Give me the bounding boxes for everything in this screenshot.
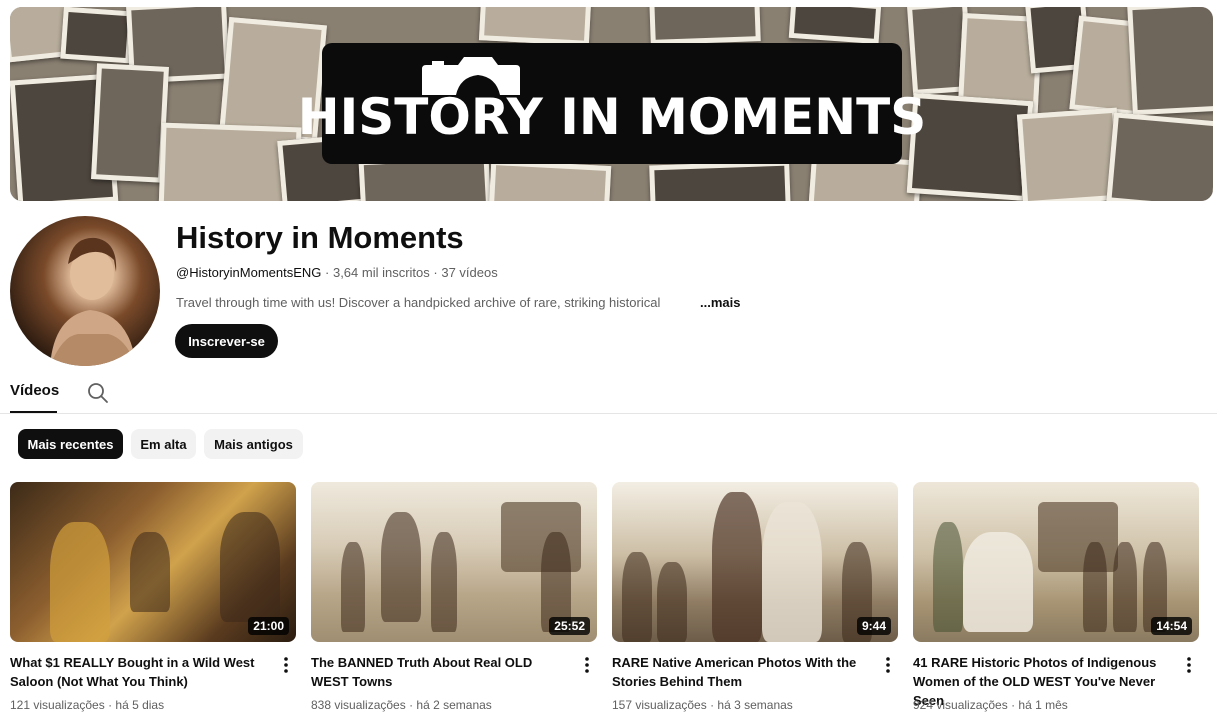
tab-videos[interactable]: Vídeos (10, 382, 59, 399)
video-age: há 1 mês (1018, 698, 1068, 712)
video-views: 121 visualizações (10, 698, 105, 712)
video-thumbnail[interactable]: 14:54 (913, 482, 1199, 642)
camera-icon (422, 57, 520, 95)
video-age: há 5 dias (115, 698, 165, 712)
meta-separator: · (1007, 698, 1019, 712)
video-views: 157 visualizações (612, 698, 707, 712)
chip-latest[interactable]: Mais recentes (18, 429, 123, 459)
video-age: há 3 semanas (717, 698, 793, 712)
video-title[interactable]: RARE Native American Photos With the Sto… (612, 653, 867, 691)
video-thumbnail[interactable]: 9:44 (612, 482, 898, 642)
more-options-icon[interactable] (884, 656, 892, 674)
more-options-icon[interactable] (282, 656, 290, 674)
video-meta: 838 visualizações · há 2 semanas (311, 698, 492, 712)
video-meta: 121 visualizações · há 5 dias (10, 698, 164, 712)
channel-description[interactable]: Travel through time with us! Discover a … (176, 295, 660, 310)
channel-handle[interactable]: @HistoryinMomentsENG (176, 265, 321, 280)
more-options-icon[interactable] (1185, 656, 1193, 674)
video-duration: 21:00 (248, 617, 289, 635)
video-meta: 157 visualizações · há 3 semanas (612, 698, 793, 712)
tabs-divider (0, 413, 1217, 414)
channel-banner: HISTORY IN MOMENTS (10, 7, 1213, 201)
search-icon[interactable] (86, 381, 110, 405)
channel-logo-text: HISTORY IN MOMENTS (297, 87, 927, 146)
video-duration: 9:44 (856, 617, 891, 635)
video-views: 838 visualizações (311, 698, 406, 712)
video-duration: 25:52 (549, 617, 590, 635)
meta-separator: · (706, 698, 718, 712)
video-views: 924 visualizações (913, 698, 1008, 712)
avatar-portrait-image (50, 237, 136, 366)
meta-separator: · (429, 265, 442, 280)
channel-avatar (10, 216, 160, 366)
video-count: 37 vídeos (441, 265, 498, 280)
subscribe-button[interactable]: Inscrever-se (175, 324, 278, 358)
description-more-link[interactable]: ...mais (700, 295, 740, 310)
video-title[interactable]: What $1 REALLY Bought in a Wild West Sal… (10, 653, 265, 691)
video-card[interactable]: 21:00 What $1 REALLY Bought in a Wild We… (10, 482, 296, 712)
channel-logo: HISTORY IN MOMENTS (298, 43, 926, 164)
video-card[interactable]: 9:44 RARE Native American Photos With th… (612, 482, 898, 712)
chip-popular[interactable]: Em alta (131, 429, 196, 459)
meta-separator: · (104, 698, 116, 712)
video-thumbnail[interactable]: 21:00 (10, 482, 296, 642)
video-card[interactable]: 25:52 The BANNED Truth About Real OLD WE… (311, 482, 597, 712)
video-meta: 924 visualizações · há 1 mês (913, 698, 1068, 712)
channel-meta: @HistoryinMomentsENG · 3,64 mil inscrito… (176, 265, 498, 280)
channel-title: History in Moments (176, 220, 464, 255)
video-title[interactable]: The BANNED Truth About Real OLD WEST Tow… (311, 653, 566, 691)
video-duration: 14:54 (1151, 617, 1192, 635)
meta-separator: · (321, 265, 333, 280)
more-options-icon[interactable] (583, 656, 591, 674)
subscriber-count: 3,64 mil inscritos (332, 265, 430, 280)
video-card[interactable]: 14:54 41 RARE Historic Photos of Indigen… (913, 482, 1199, 712)
video-thumbnail[interactable]: 25:52 (311, 482, 597, 642)
video-age: há 2 semanas (416, 698, 492, 712)
meta-separator: · (405, 698, 417, 712)
chip-oldest[interactable]: Mais antigos (204, 429, 303, 459)
